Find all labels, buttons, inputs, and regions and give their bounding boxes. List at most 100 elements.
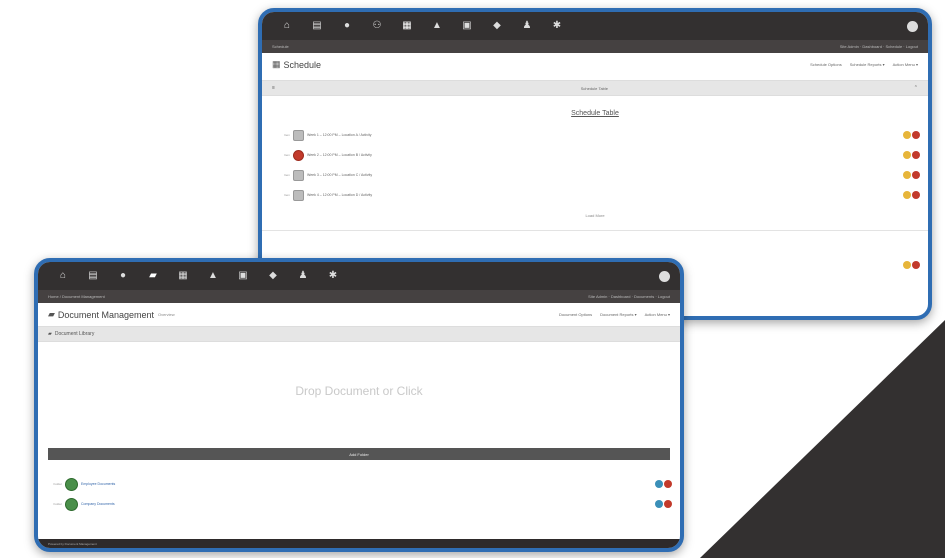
action-links: Schedule Options Schedule Reports ▾ Acti… <box>810 62 918 67</box>
row-label: Item <box>284 193 290 197</box>
delete-icon[interactable] <box>912 151 920 159</box>
delete-icon[interactable] <box>912 191 920 199</box>
row-actions <box>903 171 920 179</box>
info-icon[interactable] <box>655 500 663 508</box>
folder-link[interactable]: Company Documents <box>81 502 115 506</box>
folder-icon <box>65 477 78 491</box>
list-item[interactable]: Item Week 2 – 12:00 PM – Location B / Ac… <box>262 145 928 165</box>
options-link[interactable]: Document Options <box>559 312 592 317</box>
bottom-toolbar: ⌂ ▤ ● ▰ ▦ ▲ ▣ ◆ ♟ ✱ <box>38 262 680 290</box>
page-subtitle: Overview <box>157 312 175 317</box>
row-label: Item <box>284 133 290 137</box>
home-icon[interactable]: ⌂ <box>274 13 300 39</box>
settings-icon[interactable]: ✱ <box>544 13 570 39</box>
action-links: Document Options Document Reports ▾ Acti… <box>559 312 670 317</box>
footer: Powered by Document Management <box>38 539 680 548</box>
edit-icon[interactable] <box>903 171 911 179</box>
title-row: ▰ Document Management Overview Document … <box>38 303 680 322</box>
row-actions <box>655 480 672 488</box>
edit-icon[interactable] <box>903 261 911 269</box>
delete-icon[interactable] <box>912 131 920 139</box>
profile-icon[interactable] <box>659 270 670 282</box>
title-row: ▦ Schedule Schedule Options Schedule Rep… <box>262 53 928 72</box>
edit-icon[interactable] <box>903 131 911 139</box>
row-actions <box>655 500 672 508</box>
statusbar-right[interactable]: Site Admin · Dashboard · Documents · Log… <box>588 294 670 299</box>
warning-icon[interactable]: ▲ <box>200 263 226 289</box>
calendar-icon[interactable]: ▦ <box>170 263 196 289</box>
settings-icon[interactable]: ✱ <box>320 263 346 289</box>
divider <box>262 230 928 231</box>
delete-icon[interactable] <box>664 500 672 508</box>
document-icon[interactable]: ▤ <box>304 13 330 39</box>
list-item[interactable]: Item Week 1 – 12:00 PM – Location A / Ac… <box>262 125 928 145</box>
action-menu-dropdown[interactable]: Action Menu ▾ <box>645 312 670 317</box>
row-actions <box>903 261 920 269</box>
menu-icon[interactable]: ≡ <box>272 85 275 91</box>
users-icon[interactable]: ⚇ <box>364 13 390 39</box>
row-label: Item <box>284 153 290 157</box>
panel-label: Schedule Table <box>580 85 608 91</box>
person-icon[interactable]: ♟ <box>514 13 540 39</box>
list-item[interactable]: Item Week 4 – 12:00 PM – Location D / Ac… <box>262 185 928 205</box>
tag-icon[interactable]: ◆ <box>260 263 286 289</box>
reports-dropdown[interactable]: Document Reports ▾ <box>600 312 636 317</box>
add-folder-bar[interactable]: Add Folder <box>48 448 670 460</box>
row-label: Item <box>284 173 290 177</box>
edit-icon[interactable] <box>903 191 911 199</box>
document-icon <box>293 129 304 141</box>
profile-icon[interactable] <box>907 20 918 32</box>
user-icon[interactable]: ● <box>334 13 360 39</box>
edit-icon[interactable] <box>903 151 911 159</box>
top-toolbar: ⌂ ▤ ● ⚇ ▦ ▲ ▣ ◆ ♟ ✱ <box>262 12 928 40</box>
list-item[interactable]: Folder Company Documents <box>38 494 680 514</box>
list-item[interactable]: Folder Employee Documents <box>38 474 680 494</box>
statusbar-left: Schedule <box>272 44 289 49</box>
row-actions <box>903 131 920 139</box>
row-text[interactable]: Week 1 – 12:00 PM – Location A / Activit… <box>307 133 372 137</box>
home-icon[interactable]: ⌂ <box>50 263 76 289</box>
action-menu-dropdown[interactable]: Action Menu ▾ <box>893 62 918 67</box>
top-statusbar: Schedule Site Admin · Dashboard · Schedu… <box>262 40 928 53</box>
delete-icon[interactable] <box>664 480 672 488</box>
row-label: Folder <box>53 502 62 506</box>
section-title: Schedule Table <box>571 110 619 117</box>
info-icon[interactable] <box>655 480 663 488</box>
warning-icon[interactable]: ▲ <box>424 13 450 39</box>
row-text[interactable]: Week 2 – 12:00 PM – Location B / Activit… <box>307 153 372 157</box>
alert-icon <box>293 149 304 161</box>
panel-label: Document Library <box>54 331 95 337</box>
document-icon <box>293 189 304 201</box>
row-actions <box>903 151 920 159</box>
delete-icon[interactable] <box>912 171 920 179</box>
folder-icon[interactable]: ▰ <box>140 263 166 289</box>
folder-icon <box>65 497 78 511</box>
document-icon[interactable]: ▤ <box>80 263 106 289</box>
reports-dropdown[interactable]: Schedule Reports ▾ <box>850 62 885 67</box>
page-title: Document Management <box>57 309 154 320</box>
clipboard-icon[interactable]: ▣ <box>230 263 256 289</box>
breadcrumb[interactable]: Home / Document Management <box>48 294 105 299</box>
options-link[interactable]: Schedule Options <box>810 62 842 67</box>
folder-link[interactable]: Employee Documents <box>81 482 115 486</box>
folder-icon: ▰ <box>48 331 52 337</box>
drop-zone[interactable]: Drop Document or Click <box>38 384 680 448</box>
calendar-icon: ▦ <box>272 59 281 69</box>
list-item[interactable]: Item Week 3 – 12:00 PM – Location C / Ac… <box>262 165 928 185</box>
folder-icon: ▰ <box>48 309 55 319</box>
clipboard-icon[interactable]: ▣ <box>454 13 480 39</box>
user-icon[interactable]: ● <box>110 263 136 289</box>
load-more-link[interactable]: Load More <box>262 213 928 218</box>
delete-icon[interactable] <box>912 261 920 269</box>
page-title: Schedule <box>283 59 322 70</box>
document-management-window: ⌂ ▤ ● ▰ ▦ ▲ ▣ ◆ ♟ ✱ Home / Document Mana… <box>34 258 684 552</box>
collapse-icon[interactable]: ⌃ <box>914 85 918 91</box>
bottom-statusbar: Home / Document Management Site Admin · … <box>38 290 680 303</box>
person-icon[interactable]: ♟ <box>290 263 316 289</box>
tag-icon[interactable]: ◆ <box>484 13 510 39</box>
document-icon <box>293 169 304 181</box>
statusbar-right[interactable]: Site Admin · Dashboard · Schedule · Logo… <box>840 44 918 49</box>
calendar-icon[interactable]: ▦ <box>394 13 420 39</box>
row-text[interactable]: Week 4 – 12:00 PM – Location D / Activit… <box>307 193 372 197</box>
row-text[interactable]: Week 3 – 12:00 PM – Location C / Activit… <box>307 173 372 177</box>
